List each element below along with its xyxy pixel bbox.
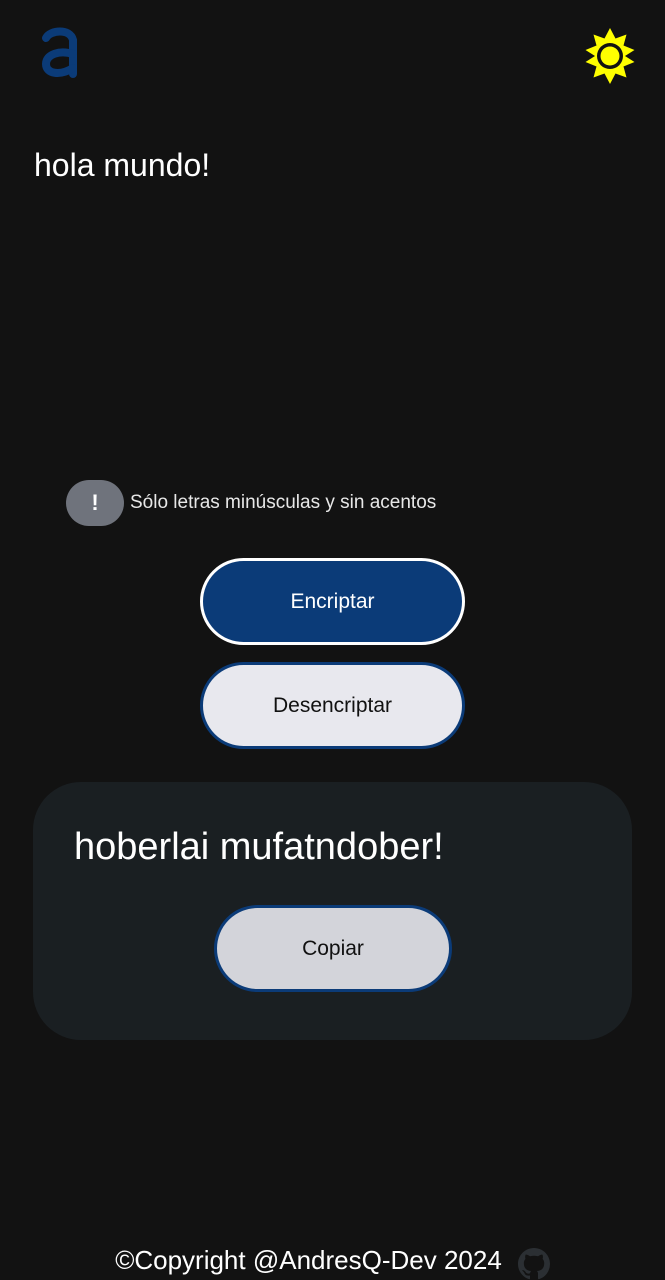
sun-icon[interactable]	[580, 26, 640, 86]
decrypt-button[interactable]: Desencriptar	[200, 662, 465, 749]
logo-icon	[41, 27, 77, 78]
github-icon[interactable]	[517, 1248, 550, 1280]
copyright-text: ©Copyright @AndresQ-Dev 2024	[115, 1244, 502, 1275]
footer: ©Copyright @AndresQ-Dev 2024	[0, 1240, 665, 1280]
input-notice: ! Sólo letras minúsculas y sin acentos	[66, 480, 436, 526]
output-panel: hoberlai mufatndober! Copiar	[33, 782, 632, 1040]
notice-text: Sólo letras minúsculas y sin acentos	[130, 492, 437, 513]
copy-button[interactable]: Copiar	[214, 905, 452, 992]
encrypt-button[interactable]: Encriptar	[200, 558, 465, 645]
output-text: hoberlai mufatndober!	[74, 826, 444, 868]
text-input[interactable]: hola mundo!	[34, 140, 624, 440]
info-icon: !	[66, 480, 124, 526]
